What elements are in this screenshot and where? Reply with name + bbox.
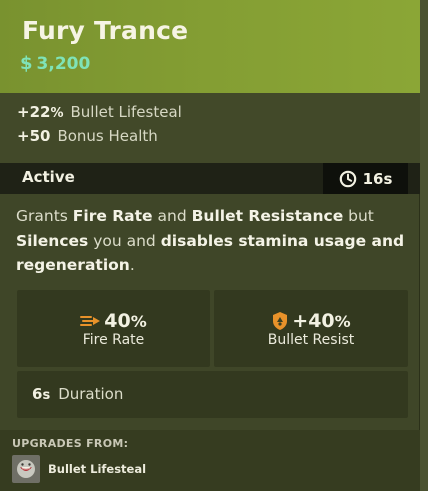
cooldown-value: 16s [362, 169, 393, 188]
upgrades-title: UPGRADES FROM: [12, 437, 129, 450]
upgrade-item-bullet-lifesteal[interactable]: Bullet Lifesteal [12, 455, 146, 483]
effect-value-row: 40% [17, 310, 210, 332]
desc-highlight: Fire Rate [72, 207, 153, 225]
passive-stat-lifesteal: +22% Bullet Lifesteal [17, 103, 182, 121]
item-header [0, 0, 420, 93]
stat-label: Bonus Health [57, 127, 158, 145]
cooldown-clock-icon [339, 170, 356, 187]
fire-rate-icon [80, 316, 101, 326]
stat-unit: % [50, 106, 64, 121]
duration-row: 6 s Duration [32, 385, 123, 403]
active-label: Active [22, 168, 75, 186]
active-description: Grants Fire Rate and Bullet Resistance b… [16, 204, 408, 278]
bullet-resist-unit: % [334, 311, 351, 331]
fire-rate-value: 40 [104, 310, 131, 332]
desc-text: and [152, 207, 192, 225]
effect-box-fire-rate: 40% Fire Rate [17, 290, 210, 367]
passive-stat-health: +50 Bonus Health [17, 127, 158, 145]
duration-value: 6 [32, 385, 43, 403]
cooldown-badge: 16s [323, 163, 408, 194]
effect-box-duration: 6 s Duration [17, 371, 408, 418]
item-title: Fury Trance [22, 16, 189, 45]
bullet-resist-value: +40 [292, 310, 335, 332]
desc-text: you and [88, 231, 161, 250]
fire-rate-label: Fire Rate [82, 332, 145, 348]
item-cost: $ 3,200 [20, 53, 90, 74]
souls-icon: $ [20, 53, 33, 74]
bullet-resist-label: Bullet Resist [267, 332, 355, 348]
fire-rate-unit: % [130, 311, 147, 331]
desc-text: but [343, 207, 374, 225]
tooltip-edge [420, 0, 428, 491]
duration-unit: s [42, 388, 51, 403]
stat-value: +22 [17, 103, 51, 121]
bullet-resist-shield-icon [273, 312, 288, 330]
upgrade-item-label: Bullet Lifesteal [48, 462, 147, 476]
stat-value: +50 [17, 127, 51, 145]
stat-label: Bullet Lifesteal [70, 103, 182, 121]
desc-text: . [129, 256, 135, 274]
bullet-lifesteal-icon [12, 455, 40, 483]
effect-box-bullet-resist: +40% Bullet Resist [214, 290, 408, 367]
desc-highlight: Silences [16, 231, 89, 250]
item-cost-value: 3,200 [36, 53, 91, 74]
duration-label: Duration [58, 385, 124, 403]
desc-highlight: Bullet Resistance [191, 207, 344, 225]
effect-value-row: +40% [214, 310, 408, 332]
desc-text: Grants [16, 207, 73, 225]
